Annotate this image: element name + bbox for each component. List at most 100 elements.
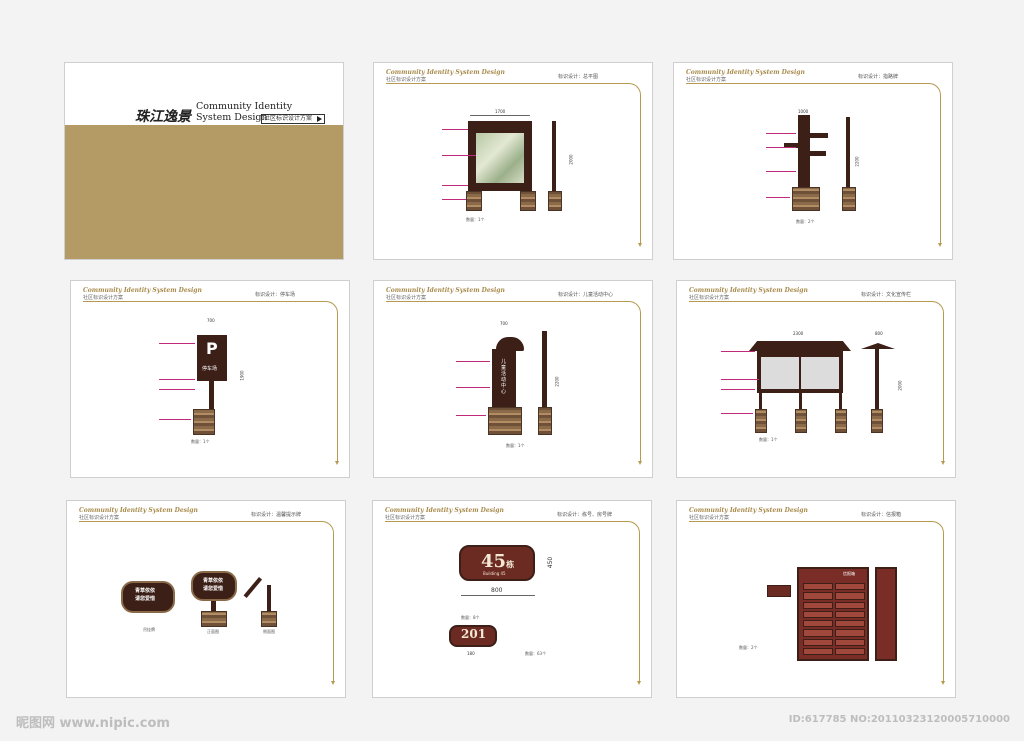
dim-height: 1900 — [239, 370, 245, 381]
page-parking-sign: Community Identity System Design 社区标识设计方… — [70, 280, 350, 478]
callout-line — [456, 387, 490, 388]
dim-room-width: 180 — [467, 651, 475, 656]
header-en: Community Identity System Design — [689, 507, 808, 514]
board-leg-3 — [839, 393, 842, 409]
callout-line — [442, 199, 466, 200]
front-sign-line1: 青草依依 — [203, 578, 224, 584]
page-arrow — [335, 461, 339, 465]
page-title: 标识设计：儿童活动中心 — [558, 292, 614, 298]
board-panel-left — [761, 357, 799, 389]
callout-line — [442, 155, 476, 156]
callout-line — [442, 185, 468, 186]
mailbox-door — [835, 629, 865, 637]
dim-height: 450 — [547, 556, 555, 569]
mailbox-door — [803, 592, 833, 600]
sign-base-left — [466, 191, 482, 211]
header-rule — [385, 521, 627, 522]
header-rule — [386, 301, 628, 302]
page-title: 标识设计：温馨提示牌 — [251, 512, 302, 518]
dim-height: 2200 — [854, 156, 860, 167]
cover-subtitle-cn: 社区标识设计方案 — [261, 114, 325, 124]
board-base-1 — [755, 409, 767, 433]
header-en: Community Identity System Design — [386, 287, 505, 294]
page-arrow — [941, 681, 945, 685]
footer-id: ID:617785 NO:20110323120005710000 — [788, 714, 1010, 725]
mailbox-side — [875, 567, 897, 661]
quantity-building: 数量：8个 — [461, 615, 480, 620]
page-arrow — [638, 461, 642, 465]
direction-arm-3 — [810, 151, 826, 156]
quantity: 数量：1个 — [506, 443, 525, 448]
board-base-2 — [795, 409, 807, 433]
mailbox-door — [835, 583, 865, 591]
callout-line — [766, 197, 790, 198]
header-rule — [686, 83, 928, 84]
mailbox-door — [803, 629, 833, 637]
page-title: 标识设计：停车场 — [255, 292, 296, 298]
mailbox-single — [767, 585, 791, 597]
callout-line — [159, 343, 195, 344]
cover-logo: 珠江逸景 — [135, 109, 191, 125]
page-mailbox: Community Identity System Design 社区标识设计方… — [676, 500, 956, 698]
callout-line — [456, 415, 486, 416]
board-roof — [749, 341, 851, 351]
cover-page: 珠江逸景 Community Identity System Design 社区… — [64, 62, 344, 260]
quantity: 数量：2个 — [739, 645, 758, 650]
mailbox-door — [803, 583, 833, 591]
header-rule — [386, 83, 628, 84]
side-post — [846, 117, 850, 189]
side-base — [261, 611, 277, 627]
mailbox-door — [803, 647, 833, 655]
label-front: 正面图 — [207, 629, 219, 634]
cover-title-en-2: System Design — [196, 112, 268, 123]
page-title: 标识设计：指路牌 — [858, 74, 899, 80]
header-rule — [689, 521, 931, 522]
header-curve — [325, 301, 338, 462]
header-curve — [931, 301, 944, 462]
hanging-sign-line2: 请您爱惜 — [135, 596, 156, 602]
label-side: 侧面图 — [263, 629, 275, 634]
header-rule — [79, 521, 321, 522]
side-base — [548, 191, 562, 211]
board-base-3 — [835, 409, 847, 433]
page-number-plates: Community Identity System Design 社区标识设计方… — [372, 500, 652, 698]
callout-line — [766, 171, 796, 172]
mailbox-door — [803, 620, 833, 628]
front-post — [211, 601, 216, 611]
dim-width: 1700 — [495, 109, 506, 114]
kids-sign-label: 儿童活动中心 — [501, 359, 507, 395]
page-title: 标识设计：栋号、房号牌 — [557, 512, 613, 518]
quantity: 数量：1个 — [759, 437, 778, 442]
mailbox-door — [835, 647, 865, 655]
direction-post — [798, 115, 810, 187]
cover-title-en-1: Community Identity — [196, 101, 293, 112]
building-number: 45栋 — [481, 551, 514, 572]
header-en: Community Identity System Design — [686, 69, 805, 76]
callout-line — [721, 351, 755, 352]
triangle-icon — [316, 115, 322, 122]
board-leg-1 — [759, 393, 762, 409]
mailbox-door — [803, 638, 833, 646]
page-arrow — [638, 243, 642, 247]
mailbox-title: 信报箱 — [843, 571, 855, 576]
header-curve — [928, 83, 941, 244]
header-cn: 社区标识设计方案 — [689, 295, 730, 301]
parking-letter: P — [206, 339, 218, 358]
callout-line — [721, 379, 759, 380]
side-post — [875, 347, 879, 409]
label-hanging: 吊挂牌 — [143, 627, 155, 632]
page-title: 标识设计：文化宣传栏 — [861, 292, 912, 298]
header-cn: 社区标识设计方案 — [83, 295, 124, 301]
mailbox-door — [835, 592, 865, 600]
callout-line — [442, 129, 468, 130]
side-post — [552, 121, 556, 193]
callout-line — [766, 147, 796, 148]
dim-line — [461, 595, 535, 596]
header-cn: 社区标识设计方案 — [79, 515, 120, 521]
header-cn: 社区标识设计方案 — [385, 515, 426, 521]
dim-height: 2000 — [897, 380, 903, 391]
dim-line — [470, 115, 530, 116]
page-kids-center-sign: Community Identity System Design 社区标识设计方… — [373, 280, 653, 478]
mailbox-grid — [803, 583, 865, 655]
side-base — [538, 407, 552, 435]
